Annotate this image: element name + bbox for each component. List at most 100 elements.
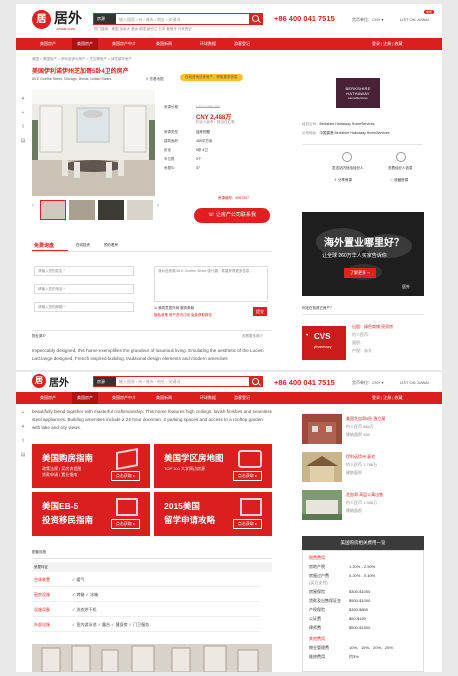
- like-icon[interactable]: ✦: [20, 424, 26, 430]
- nav-login-links[interactable]: 登录 | 注册 | 收藏: [372, 41, 403, 47]
- main-photo[interactable]: [32, 90, 155, 196]
- action-view-agent[interactable]: 查看经纪人信息: [388, 166, 413, 171]
- related-title[interactable]: 伊利诺伊州 豪宅: [346, 454, 375, 460]
- nav-item[interactable]: 环球数据: [200, 395, 216, 401]
- agent-info-icon[interactable]: [396, 152, 406, 162]
- cvs-ad-image[interactable]: ♥ CVS pharmacy: [302, 326, 346, 360]
- thumbnail[interactable]: [127, 200, 153, 220]
- message-textarea[interactable]: 我对此房源 65 E Goethe Street 感兴趣，希望获得更多信息...: [154, 266, 268, 302]
- listing-address: 65 E Goethe Street, Chicago, Illinois, U…: [32, 77, 112, 81]
- building-photo[interactable]: [32, 644, 272, 672]
- search-scope-select[interactable]: 房源: [94, 377, 116, 386]
- nav-login-links[interactable]: 登录 | 注册 | 收藏: [372, 395, 403, 401]
- house-image: [302, 414, 342, 444]
- other-properties-heading: 你还在找其它房产？: [302, 306, 334, 310]
- logo-text[interactable]: 居外: [49, 374, 69, 389]
- currency-select[interactable]: 货币单位：CNY ▾: [352, 17, 384, 23]
- nav-item[interactable]: 环球数据: [200, 41, 216, 47]
- print-icon[interactable]: ▤: [20, 452, 26, 458]
- logo-icon[interactable]: 居: [32, 374, 46, 388]
- nav-item[interactable]: 美国房产: [40, 41, 56, 47]
- related-thumb[interactable]: [302, 414, 342, 444]
- divider: [32, 558, 272, 559]
- action-send-message[interactable]: 发送站内信给经纪人: [332, 166, 364, 171]
- nav-item[interactable]: 美国房产中介: [112, 41, 136, 47]
- tab-book-viewing[interactable]: 预约看房: [104, 243, 118, 248]
- logo-icon[interactable]: 居: [32, 10, 51, 29]
- favorite-listing[interactable]: ☆ 收藏房源: [390, 178, 408, 183]
- inquiry-badge[interactable]: 在线咨询这栋房产，获取更多信息: [180, 74, 243, 81]
- share-listing[interactable]: ⇪ 分享房源: [334, 178, 352, 183]
- agree-checkbox[interactable]: ☑ 我同意居外网 服务条款: [154, 306, 194, 311]
- add-icon[interactable]: +: [20, 410, 26, 416]
- share-icon[interactable]: ⇪: [20, 124, 26, 130]
- more-description-link[interactable]: 查看更多简介: [242, 334, 263, 339]
- thumb-next-arrow[interactable]: ›: [157, 203, 163, 217]
- thumbnail[interactable]: [40, 200, 66, 220]
- agent-logo[interactable]: BERKSHIRE HATHAWAY HomeServices: [336, 78, 380, 108]
- message-icon[interactable]: [342, 152, 352, 162]
- submit-button[interactable]: 提交: [253, 307, 267, 316]
- banner-buying-guide[interactable]: 美国购房指南 政策法规 | 买房流程图 贷款申请 | 置业指南 点击获取 ▸: [32, 444, 150, 488]
- nav-item[interactable]: 游客登记: [234, 395, 250, 401]
- promo-more-button[interactable]: 了解更多 ››: [344, 268, 376, 278]
- banner-get-button[interactable]: 点击获取 ▸: [232, 471, 262, 481]
- search-button[interactable]: [249, 13, 263, 25]
- logo-text[interactable]: 居外: [54, 8, 82, 28]
- description-title: 物业简介: [32, 334, 46, 338]
- promo-banner[interactable]: 海外置业哪里好？ 让全球 260万华人买家告诉你 了解更多 ›› 居外: [302, 212, 424, 296]
- ad-area: 面积：: [352, 340, 364, 345]
- related-title[interactable]: 美国芝加哥5卧 独立屋: [346, 416, 385, 422]
- nav-item[interactable]: 美国新闻: [156, 395, 172, 401]
- banner-get-button[interactable]: 点击获取 ▸: [110, 471, 140, 481]
- thumbnail[interactable]: [69, 200, 95, 220]
- search-button[interactable]: [249, 376, 263, 387]
- thumbnail[interactable]: [98, 200, 124, 220]
- nav-item[interactable]: 游客登记: [234, 41, 250, 47]
- thumb-prev-arrow[interactable]: ‹: [32, 203, 38, 217]
- listing-id: 房源编号：5097557: [218, 196, 250, 200]
- email-field[interactable]: 请输入您的邮箱 *: [34, 302, 134, 312]
- nav-item-active[interactable]: 美国房产: [72, 392, 98, 404]
- banner-school-map[interactable]: 美国学区房地图 TOP 100 大学周边房源 点击获取 ▸: [154, 444, 272, 488]
- phone-field[interactable]: 请输入您的电话 *: [34, 284, 134, 294]
- hot-searches[interactable]: 热门搜索：美国 加拿大 澳洲 英国 新西兰 日本 葡萄牙 马来西亚: [94, 27, 192, 32]
- nav-item[interactable]: 美国房产: [40, 395, 56, 401]
- contact-agent-button[interactable]: ☏ 让房产公司联系我: [194, 208, 270, 223]
- price-note: 约合人民币：按当日汇率: [196, 120, 235, 124]
- banner-eb5[interactable]: 美国EB-5 投资移民指南 点击获取 ▸: [32, 492, 150, 536]
- list-property-link[interactable]: LIST ON JUWAI: [400, 380, 429, 385]
- header: 居 居外 Juwai.com 房源 输入国家 / 州 / 城市 / 地址 / 关…: [16, 4, 442, 38]
- fact-value: 37: [196, 166, 200, 170]
- banner-get-button[interactable]: 点击获取 ▸: [232, 519, 262, 529]
- search-scope-select[interactable]: 房源: [94, 14, 116, 24]
- banner-study-guide[interactable]: 2015美国 留学申请攻略 点击获取 ▸: [154, 492, 272, 536]
- ad-title[interactable]: 出租：绿色商铺 投资房: [352, 324, 393, 330]
- nav-item[interactable]: 美国新闻: [156, 41, 172, 47]
- map-link[interactable]: ⚲ 查看地图: [146, 77, 164, 82]
- search-input[interactable]: 输入国家 / 州 / 城市 / 地址 / 关键词: [119, 379, 180, 385]
- fact-key: 车位数: [164, 157, 175, 161]
- tab-free-inquiry[interactable]: 免费询盘: [34, 242, 54, 249]
- nav-item[interactable]: 美国房产中介: [112, 395, 136, 401]
- tab-online-invest[interactable]: 在线投资: [76, 243, 90, 248]
- sticky-nav: 美国房产 美国房产 美国房产中介 美国新闻 环球数据 游客登记 登录 | 注册 …: [16, 392, 442, 404]
- fact-value: 独栋别墅: [196, 130, 210, 134]
- promo-logo: 居外: [402, 284, 410, 289]
- print-icon[interactable]: ▤: [20, 138, 26, 144]
- add-icon[interactable]: +: [20, 110, 26, 116]
- list-property-link[interactable]: LIST ON JUWAI: [400, 17, 429, 22]
- search-input[interactable]: 输入国家 / 州 / 城市 / 地址 / 关键词: [119, 17, 180, 23]
- currency-select[interactable]: 货币单位：CNY ▾: [352, 380, 384, 386]
- like-icon[interactable]: ✦: [20, 96, 26, 102]
- related-thumb[interactable]: [302, 490, 342, 520]
- logo-sub: Juwai.com: [56, 26, 75, 31]
- related-title[interactable]: 芝加哥 高层公寓出售: [346, 492, 383, 498]
- banner-get-button[interactable]: 点击获取 ▸: [110, 519, 140, 529]
- policy-links[interactable]: 隐私政策 房产资讯订阅 免费获取报告: [154, 313, 212, 318]
- related-thumb[interactable]: [302, 452, 342, 482]
- name-field[interactable]: 请输入您的姓名 *: [34, 266, 134, 276]
- nav-item-active[interactable]: 美国房产: [72, 38, 98, 50]
- share-icon[interactable]: ⇪: [20, 438, 26, 444]
- breadcrumb[interactable]: 美国 > 美国房产 > 伊利诺伊州房产 > 芝加哥房产 > 绿宅豪华房产: [32, 57, 132, 62]
